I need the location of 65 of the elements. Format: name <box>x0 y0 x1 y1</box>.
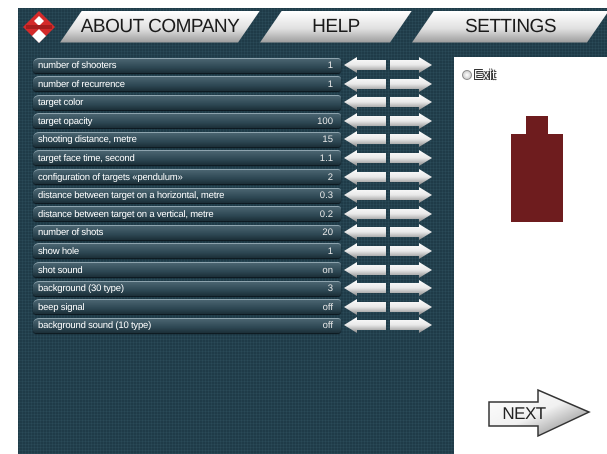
setting-value: 0.3 <box>320 190 333 202</box>
setting-value: 20 <box>322 227 333 238</box>
left-arrow-button[interactable] <box>343 298 387 315</box>
setting-label: beep signal <box>38 302 84 313</box>
right-arrow-button[interactable] <box>389 224 433 240</box>
right-arrow-button[interactable] <box>389 94 433 110</box>
right-arrow-button[interactable] <box>389 206 433 222</box>
setting-label: number of recurrence <box>38 78 125 90</box>
setting-label: target face time, second <box>38 152 135 164</box>
exit-radio[interactable]: Exit <box>462 67 496 82</box>
left-arrow-button[interactable] <box>343 187 387 204</box>
setting-value: on <box>322 264 333 276</box>
setting-value: 100 <box>317 116 333 127</box>
left-arrow-button[interactable] <box>343 242 387 259</box>
next-button[interactable]: NEXT <box>486 388 592 440</box>
nav-tab[interactable]: HELP <box>260 10 412 42</box>
right-arrow-button[interactable] <box>389 262 433 278</box>
left-arrow-button[interactable] <box>343 94 387 110</box>
left-arrow-button[interactable] <box>343 112 387 129</box>
right-arrow-button[interactable] <box>389 280 433 296</box>
right-arrow-button[interactable] <box>389 112 433 129</box>
left-arrow-button[interactable] <box>343 317 387 334</box>
right-arrow-button[interactable] <box>389 298 433 315</box>
nav-tab[interactable]: ABOUT COMPANY <box>60 10 260 42</box>
setting-label: shooting distance, metre <box>38 134 137 146</box>
setting-value: 15 <box>322 134 333 146</box>
left-arrow-button[interactable] <box>343 150 387 166</box>
setting-label: distance between target on a horizontal, metre <box>38 190 224 202</box>
right-arrow-button[interactable] <box>389 242 433 259</box>
logo-icon <box>22 10 56 44</box>
setting-value: off <box>322 302 333 313</box>
left-arrow-button[interactable] <box>343 262 387 278</box>
left-arrow-button[interactable] <box>343 131 387 148</box>
setting-value: off <box>322 320 333 332</box>
setting-label: shot sound <box>38 264 82 276</box>
right-arrow-button[interactable] <box>389 76 433 92</box>
right-arrow-button[interactable] <box>389 168 433 185</box>
right-arrow-button[interactable] <box>389 131 433 148</box>
left-arrow-button[interactable] <box>343 168 387 185</box>
left-arrow-button[interactable] <box>343 76 387 92</box>
setting-value: 1 <box>328 246 333 257</box>
right-arrow-button[interactable] <box>389 150 433 166</box>
setting-value: 1 <box>328 60 333 71</box>
setting-value: 3 <box>328 283 333 294</box>
left-arrow-button[interactable] <box>343 206 387 222</box>
setting-label: number of shooters <box>38 60 116 71</box>
setting-label: number of shots <box>38 227 104 238</box>
nav-tab[interactable]: SETTINGS <box>412 10 607 42</box>
setting-label: distance between target on a vertical, metre <box>38 208 214 220</box>
setting-label: background (30 type) <box>38 283 124 294</box>
setting-value: 1 <box>328 78 333 90</box>
setting-label: show hole <box>38 246 79 257</box>
setting-value: 2 <box>328 172 333 183</box>
setting-label: target color <box>38 97 84 108</box>
setting-value: 1.1 <box>320 152 333 164</box>
setting-label: target opacity <box>38 116 92 127</box>
setting-label: configuration of targets «pendulum» <box>38 172 183 183</box>
right-arrow-button[interactable] <box>389 57 433 73</box>
right-arrow-button[interactable] <box>389 317 433 334</box>
left-arrow-button[interactable] <box>343 57 387 73</box>
left-arrow-button[interactable] <box>343 280 387 296</box>
left-arrow-button[interactable] <box>343 224 387 240</box>
right-arrow-button[interactable] <box>389 187 433 204</box>
setting-label: background sound (10 type) <box>38 320 152 332</box>
setting-value: 0.2 <box>320 208 333 220</box>
